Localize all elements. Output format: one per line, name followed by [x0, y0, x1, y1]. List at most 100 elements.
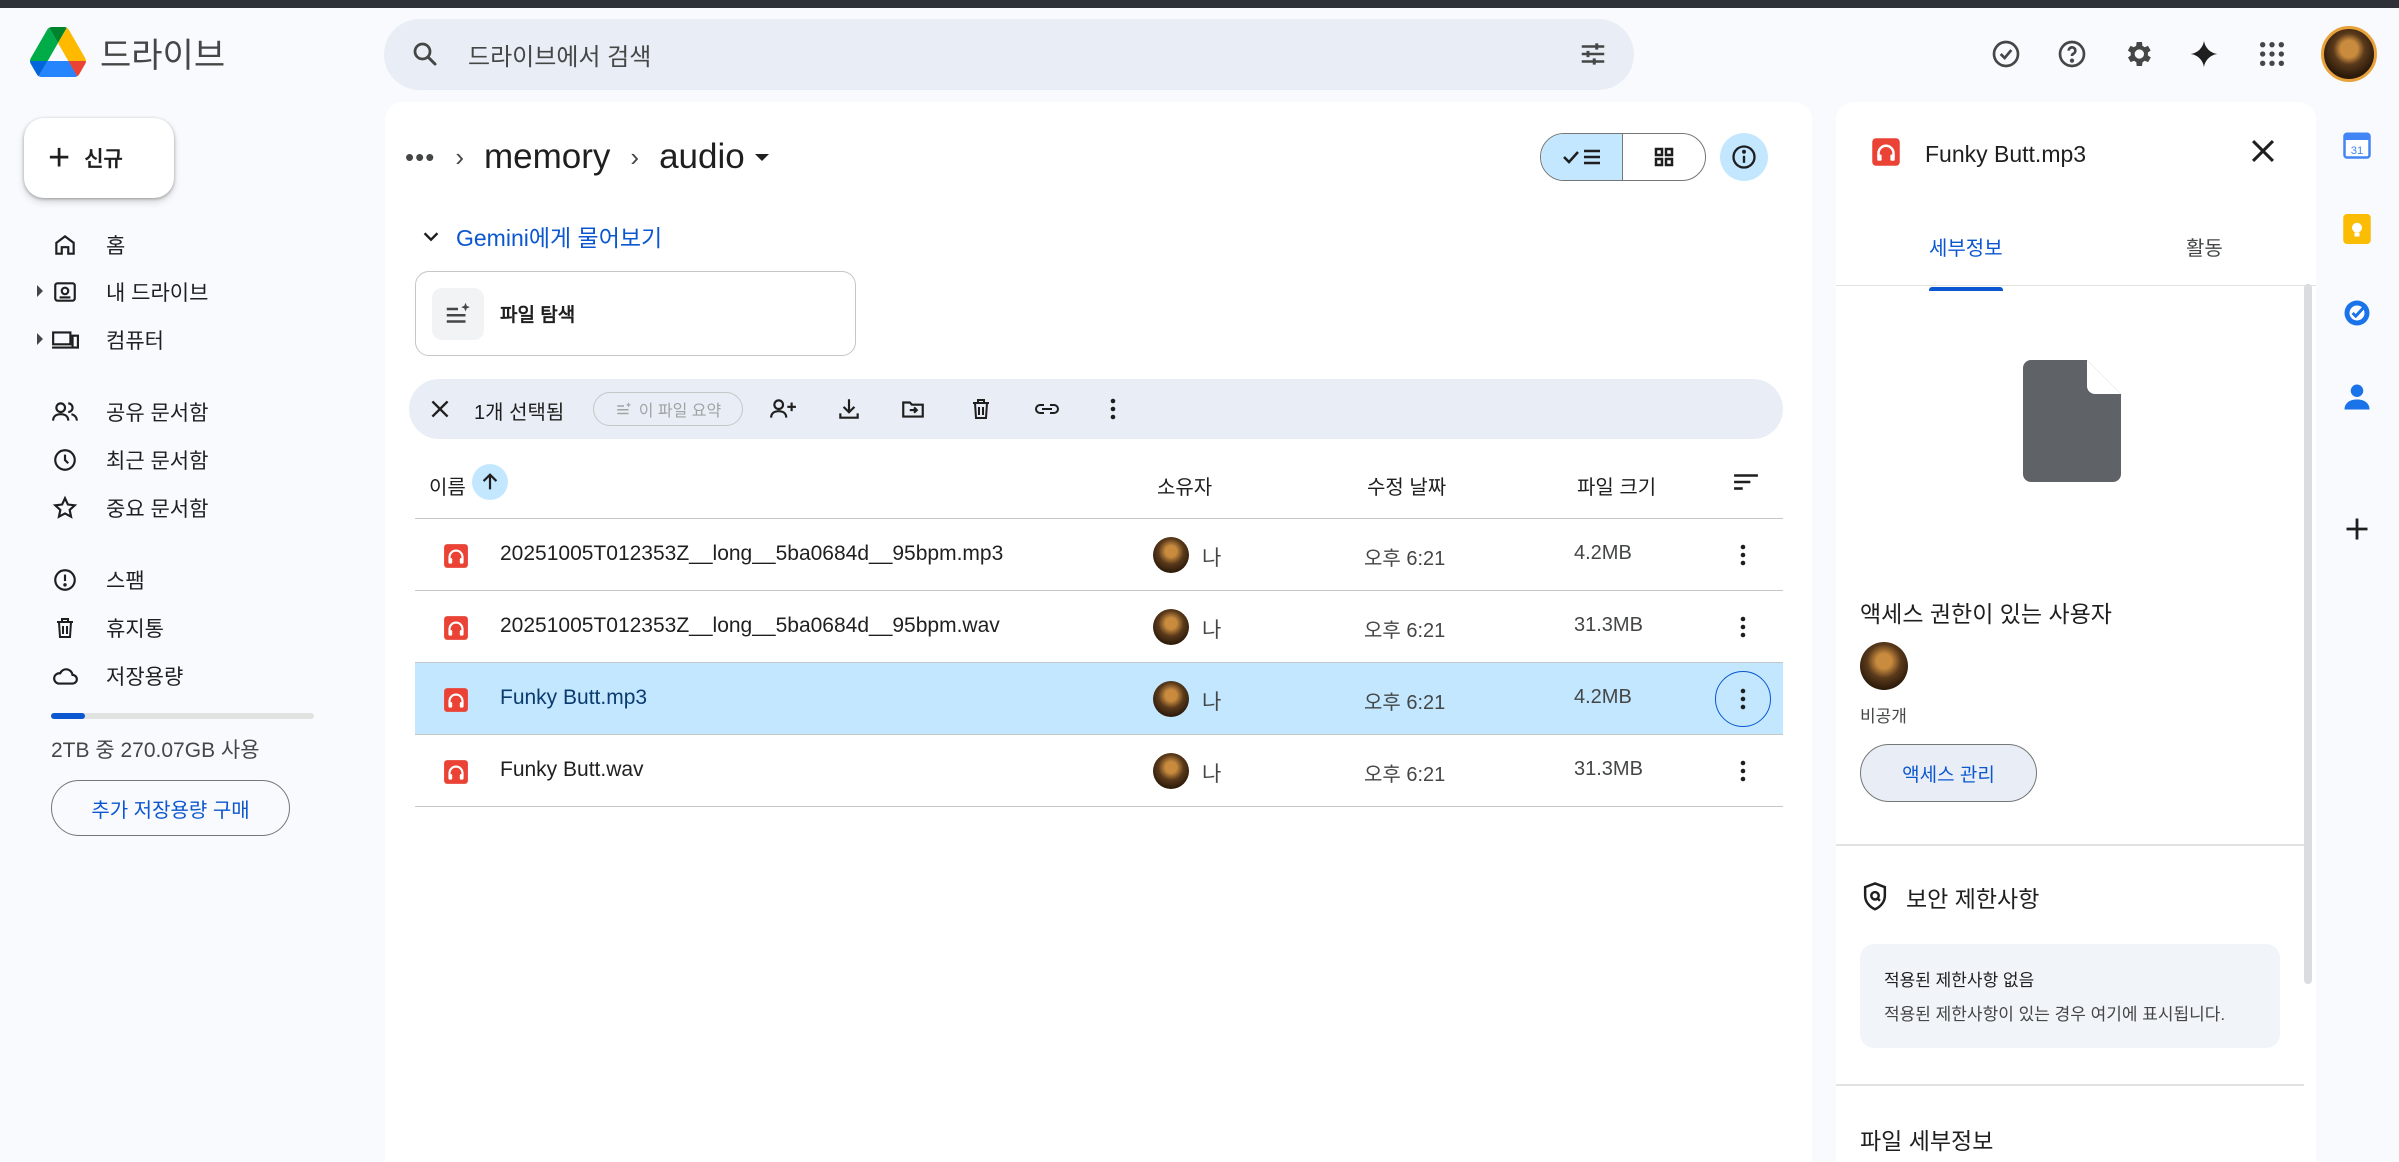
access-section-title: 액세스 권한이 있는 사용자: [1860, 601, 2112, 627]
explore-files-card[interactable]: 파일 탐색: [415, 271, 856, 356]
account-avatar[interactable]: [2321, 26, 2377, 82]
breadcrumb-folder-audio[interactable]: audio: [659, 137, 745, 177]
table-row[interactable]: 20251005T012353Z__long__5ba0684d__95bpm.…: [415, 519, 1783, 591]
main-panel: ••• › memory › audio Gemini에게 물어보기 파일 탐색…: [385, 102, 1812, 1162]
nav-item-trash[interactable]: 휴지통: [38, 606, 164, 650]
search-bar[interactable]: 드라이브에서 검색: [384, 19, 1634, 90]
nav-item-storage[interactable]: 저장용량: [38, 654, 183, 698]
explore-files-label: 파일 탐색: [500, 305, 576, 326]
table-row[interactable]: 20251005T012353Z__long__5ba0684d__95bpm.…: [415, 591, 1783, 663]
file-name[interactable]: 20251005T012353Z__long__5ba0684d__95bpm.…: [500, 542, 1003, 566]
search-input[interactable]: 드라이브에서 검색: [468, 37, 651, 72]
nav-item-recent[interactable]: 최근 문서함: [38, 438, 208, 482]
file-modified-date: 오후 6:21: [1364, 764, 1446, 786]
nav-item-spam[interactable]: 스팸: [38, 558, 145, 602]
search-icon[interactable]: [410, 39, 440, 74]
close-icon[interactable]: [2246, 134, 2280, 173]
details-panel: Funky Butt.mp3 세부정보 활동 액세스 권한이 있는 사용자 비공…: [1836, 102, 2316, 1162]
audio-file-icon: [443, 759, 469, 790]
more-actions-icon[interactable]: [1099, 395, 1127, 423]
owner-avatar: [1153, 753, 1189, 789]
sort-options-icon[interactable]: [1731, 469, 1761, 501]
file-modified-date: 오후 6:21: [1364, 548, 1446, 570]
summarize-sparkle-icon: [617, 402, 631, 415]
security-title-text: 보안 제한사항: [1906, 886, 2040, 912]
nav-item-label: 컴퓨터: [106, 330, 164, 353]
chevron-down-icon: [423, 232, 439, 242]
new-button-label: 신규: [84, 148, 123, 171]
row-more-actions-icon[interactable]: [1715, 743, 1771, 799]
restrictions-description: 적용된 제한사항이 있는 경우 여기에 표시됩니다.: [1884, 1005, 2226, 1024]
copy-link-icon[interactable]: [1033, 395, 1061, 423]
nav-item-shared[interactable]: 공유 문서함: [38, 390, 208, 434]
add-addon-icon[interactable]: [2340, 512, 2374, 546]
view-toggle[interactable]: [1540, 133, 1706, 181]
row-more-actions-icon[interactable]: [1715, 527, 1771, 583]
share-add-person-icon[interactable]: [769, 395, 797, 423]
search-options-icon[interactable]: [1578, 39, 1608, 74]
divider: [1836, 844, 2304, 846]
file-table-header: 이름 소유자 수정 날짜 파일 크기: [415, 447, 1783, 519]
download-icon[interactable]: [835, 395, 863, 423]
expand-caret-icon[interactable]: [37, 333, 43, 345]
column-header-name[interactable]: 이름: [429, 471, 466, 500]
breadcrumb-more-button[interactable]: •••: [405, 142, 435, 173]
help-icon[interactable]: [2044, 26, 2100, 82]
file-name[interactable]: Funky Butt.wav: [500, 758, 644, 782]
table-row[interactable]: Funky Butt.wav 나 오후 6:21 31.3MB: [415, 735, 1783, 807]
manage-access-button[interactable]: 액세스 관리: [1860, 744, 2037, 802]
nav-item-home[interactable]: 홈: [38, 223, 125, 267]
drive-logo[interactable]: 드라이브: [30, 27, 225, 77]
audio-file-icon: [1871, 137, 1901, 172]
grid-view-button[interactable]: [1623, 134, 1705, 180]
file-size: 4.2MB: [1574, 542, 1632, 564]
table-row[interactable]: Funky Butt.mp3 나 오후 6:21 4.2MB: [415, 663, 1783, 735]
sort-ascending-arrow-icon[interactable]: [472, 464, 508, 500]
summarize-file-button[interactable]: 이 파일 요약: [593, 392, 743, 426]
details-info-button[interactable]: [1720, 133, 1768, 181]
move-folder-icon[interactable]: [899, 395, 927, 423]
calendar-icon[interactable]: 31: [2340, 128, 2374, 162]
trash-icon[interactable]: [967, 395, 995, 423]
file-name[interactable]: Funky Butt.mp3: [500, 686, 647, 710]
offline-ready-icon[interactable]: [1978, 26, 2034, 82]
storage-usage-text: 2TB 중 270.07GB 사용: [51, 739, 260, 762]
gemini-ask-toggle[interactable]: Gemini에게 물어보기: [420, 219, 662, 253]
row-more-actions-icon[interactable]: [1715, 671, 1771, 727]
restrictions-card: 적용된 제한사항 없음 적용된 제한사항이 있는 경우 여기에 표시됩니다.: [1860, 944, 2280, 1048]
selection-toolbar: 1개 선택됨 이 파일 요약: [409, 379, 1783, 439]
computer-icon: [50, 325, 80, 355]
tab-activity[interactable]: 활동: [2186, 232, 2223, 261]
clear-selection-icon[interactable]: [427, 396, 453, 427]
restrictions-title: 적용된 제한사항 없음: [1884, 971, 2035, 990]
details-scrollbar[interactable]: [2304, 284, 2312, 984]
column-header-size[interactable]: 파일 크기: [1577, 471, 1656, 500]
breadcrumb-folder-memory[interactable]: memory: [484, 137, 610, 177]
nav-item-my-drive[interactable]: 내 드라이브: [37, 270, 208, 314]
dropdown-arrow-icon[interactable]: [754, 153, 769, 161]
access-user-avatar[interactable]: [1860, 642, 1908, 690]
file-size: 31.3MB: [1574, 614, 1643, 636]
buy-storage-button[interactable]: 추가 저장용량 구매: [51, 780, 290, 836]
tab-details[interactable]: 세부정보: [1929, 232, 2003, 291]
settings-gear-icon[interactable]: [2110, 26, 2166, 82]
nav-item-computers[interactable]: 컴퓨터: [37, 318, 164, 362]
list-view-button[interactable]: [1541, 134, 1623, 180]
file-name[interactable]: 20251005T012353Z__long__5ba0684d__95bpm.…: [500, 614, 1000, 638]
nav-item-label: 스팸: [106, 570, 145, 593]
cloud-icon: [50, 661, 80, 691]
keep-icon[interactable]: [2340, 212, 2374, 246]
contacts-icon[interactable]: [2340, 380, 2374, 414]
column-header-owner[interactable]: 소유자: [1157, 471, 1212, 500]
home-icon: [50, 230, 80, 260]
shield-lock-icon: [1863, 882, 1887, 911]
selection-count: 1개 선택됨: [474, 402, 565, 424]
column-header-modified[interactable]: 수정 날짜: [1367, 471, 1446, 500]
new-button[interactable]: + 신규: [24, 118, 174, 198]
tasks-icon[interactable]: [2340, 296, 2374, 330]
expand-caret-icon[interactable]: [37, 285, 43, 297]
gemini-sparkle-icon[interactable]: [2176, 26, 2232, 82]
row-more-actions-icon[interactable]: [1715, 599, 1771, 655]
nav-item-starred[interactable]: 중요 문서함: [38, 486, 208, 530]
apps-grid-icon[interactable]: [2244, 26, 2300, 82]
